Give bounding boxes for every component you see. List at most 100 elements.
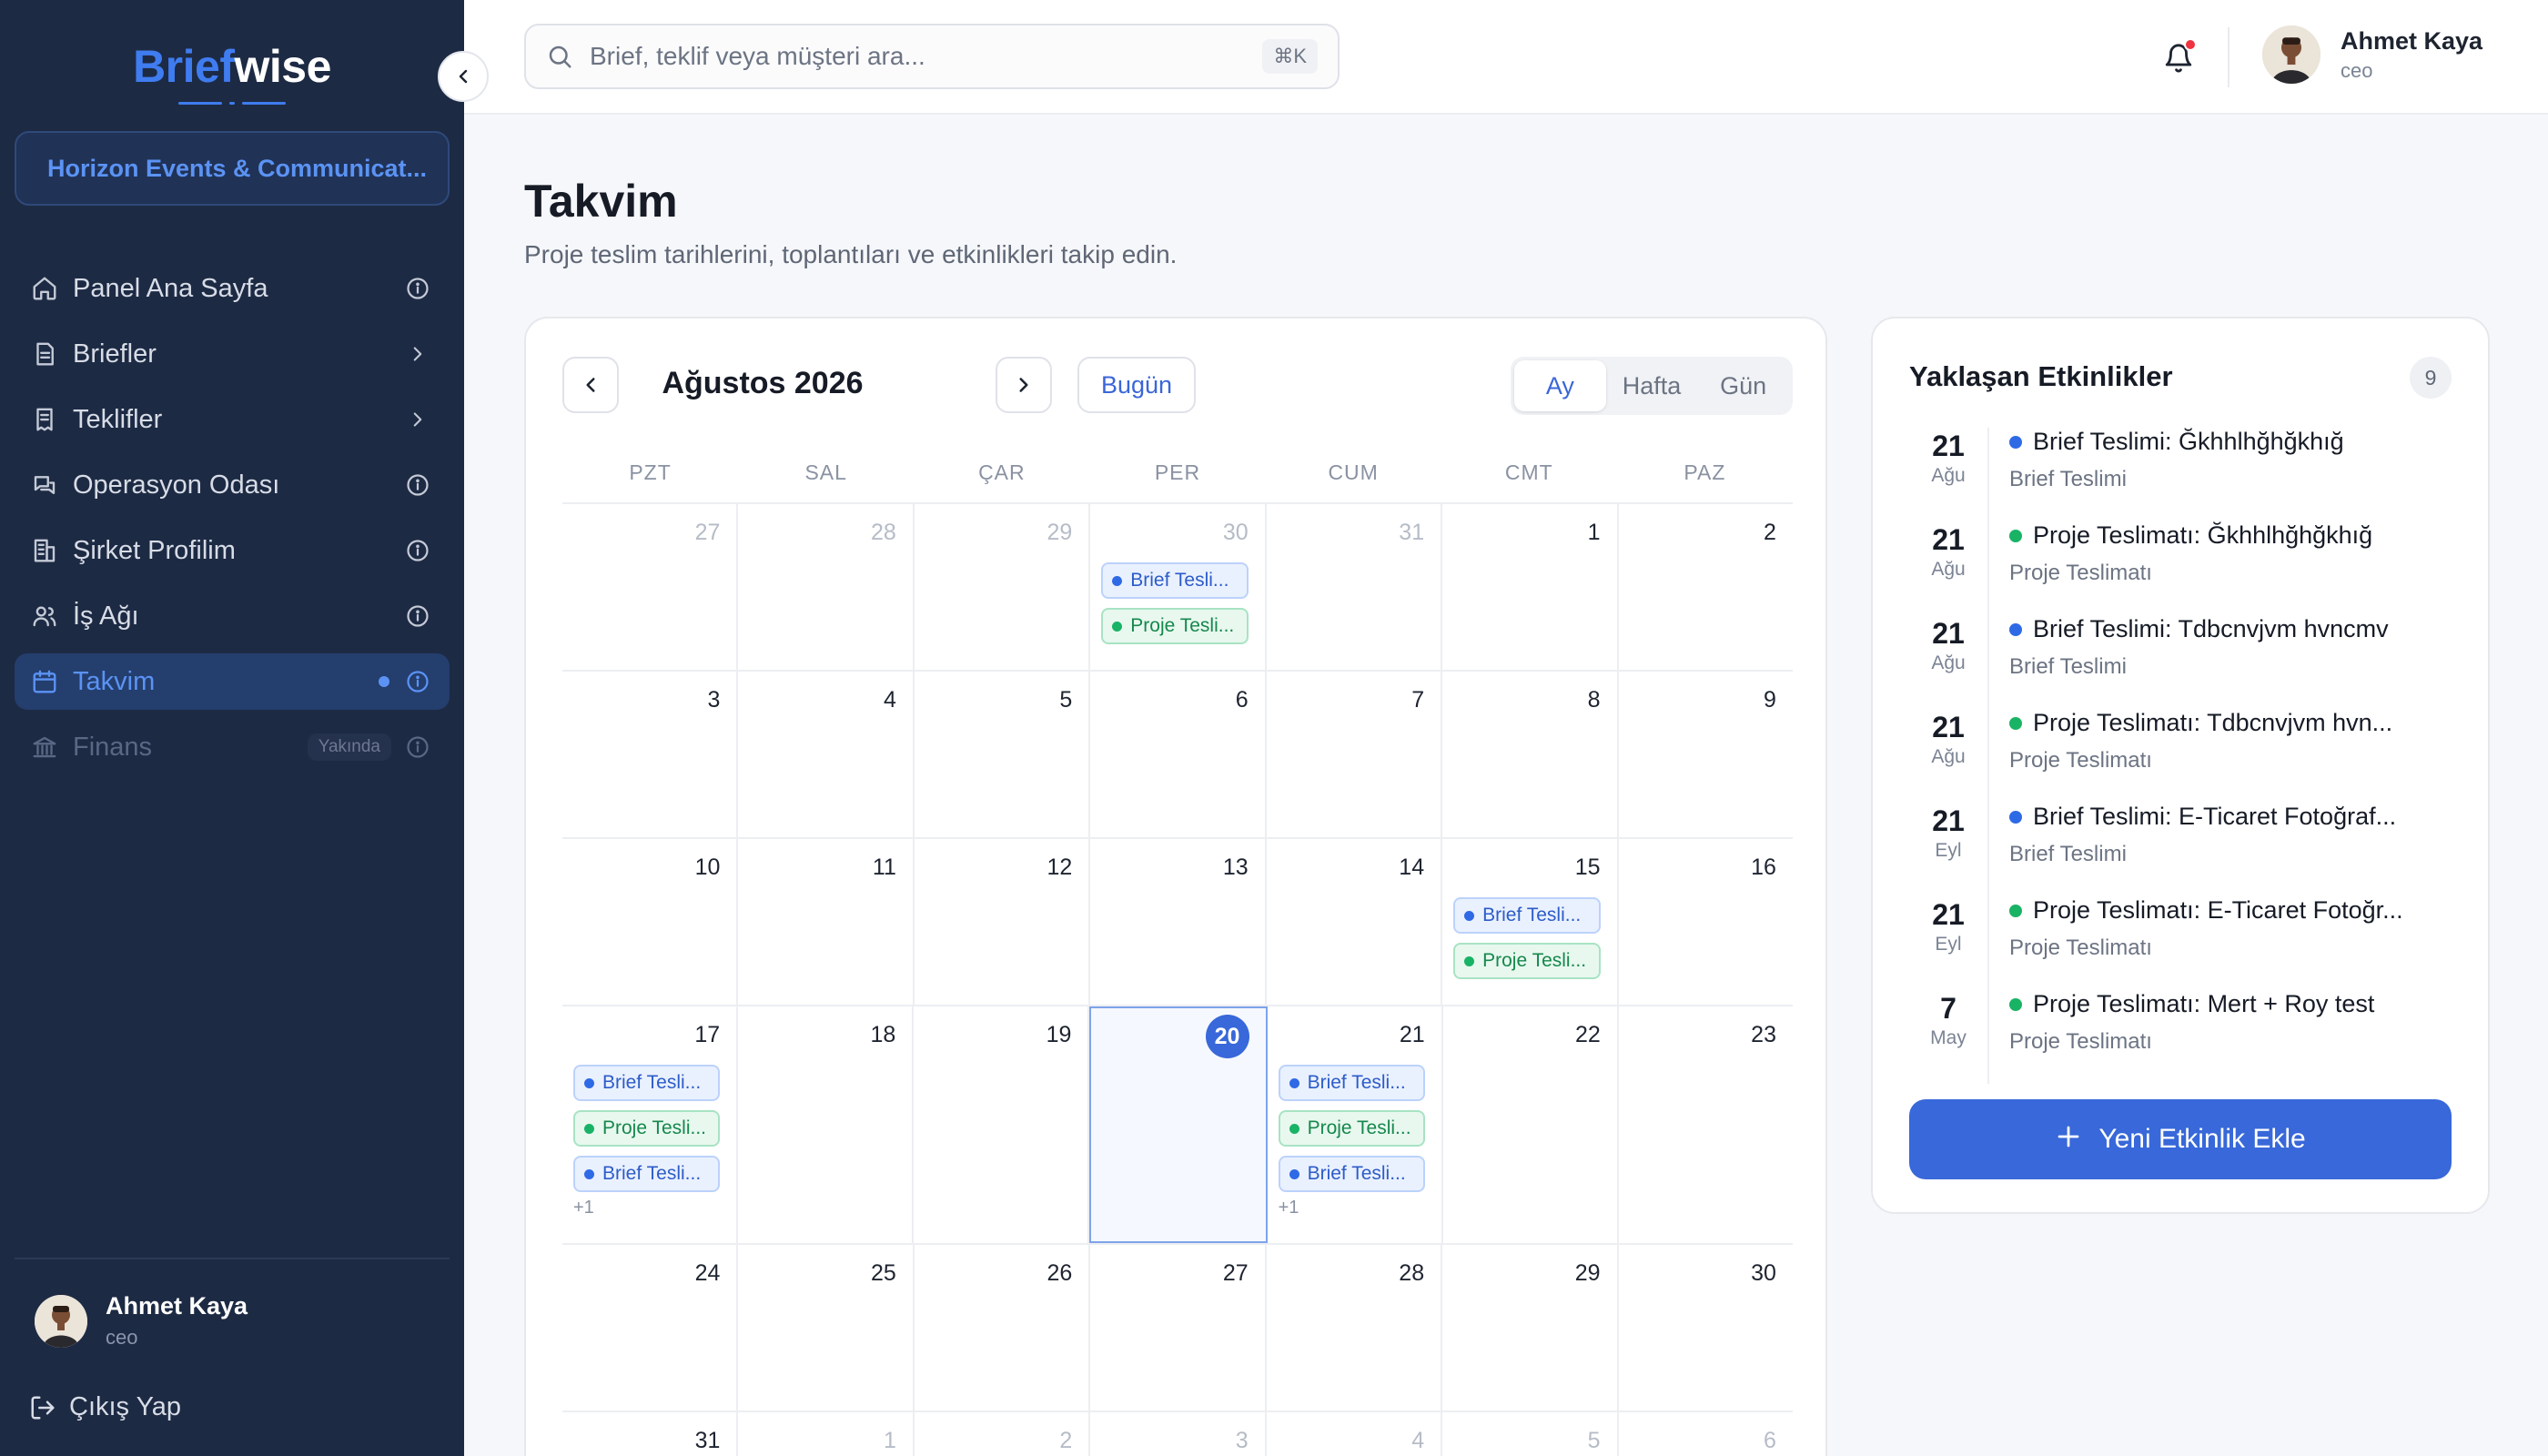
calendar-day[interactable]: 28: [1267, 1245, 1443, 1410]
add-event-button[interactable]: Yeni Etkinlik Ekle: [1909, 1099, 2452, 1179]
calendar-day[interactable]: 1: [738, 1412, 915, 1456]
calendar-day[interactable]: 1: [1442, 504, 1619, 670]
event-chip[interactable]: Brief Tesli...: [1453, 897, 1601, 934]
calendar-day[interactable]: 29: [1442, 1245, 1619, 1410]
calendar-day[interactable]: 26: [915, 1245, 1091, 1410]
info-icon[interactable]: [404, 602, 431, 630]
sidebar-item-chat[interactable]: Operasyon Odası: [15, 457, 450, 513]
event-chip[interactable]: Proje Tesli...: [1453, 943, 1601, 979]
search-bar[interactable]: Brief, teklif veya müşteri ara... ⌘K: [524, 24, 1340, 89]
brand-logo[interactable]: Briefwise: [0, 40, 464, 93]
calendar-day[interactable]: 7: [1267, 672, 1443, 837]
calendar-day[interactable]: 2: [1619, 504, 1793, 670]
event-chip[interactable]: Brief Tesli...: [1278, 1065, 1425, 1101]
calendar-day[interactable]: 6: [1619, 1412, 1793, 1456]
sidebar-item-home[interactable]: Panel Ana Sayfa: [15, 260, 450, 317]
calendar-day[interactable]: 13: [1090, 839, 1267, 1005]
upcoming-event-item[interactable]: 21 Ağu Brief Teslimi: Ğkhhlhğhğkhığ Brief T…: [1909, 428, 2455, 521]
upcoming-event-item[interactable]: 7 May Proje Teslimatı: Mert + Roy test Proj…: [1909, 990, 2455, 1084]
calendar-day[interactable]: 16: [1619, 839, 1793, 1005]
calendar-day[interactable]: 18: [738, 1006, 915, 1243]
calendar-day-today[interactable]: 20: [1089, 1006, 1268, 1243]
calendar-day[interactable]: 30 Brief Tesli... Proje Tesli...: [1090, 504, 1267, 670]
calendar-day[interactable]: 25: [738, 1245, 915, 1410]
calendar-day[interactable]: 11: [738, 839, 915, 1005]
event-title: Proje Teslimatı: E-Ticaret Fotoğr...: [2033, 896, 2403, 924]
calendar-day[interactable]: 5: [915, 672, 1091, 837]
event-type: Proje Teslimatı: [2009, 561, 2152, 585]
calendar-day[interactable]: 9: [1619, 672, 1793, 837]
info-icon[interactable]: [404, 733, 431, 761]
calendar-day[interactable]: 17 Brief Tesli... Proje Tesli... Brief Tesl…: [562, 1006, 739, 1243]
event-chip[interactable]: Brief Tesli...: [573, 1065, 721, 1101]
event-label: Proje Tesli...: [602, 1117, 706, 1138]
calendar-day[interactable]: 2: [915, 1412, 1091, 1456]
more-events-link[interactable]: +1: [573, 1198, 720, 1218]
upcoming-event-item[interactable]: 21 Ağu Proje Teslimatı: Tdbcnvjvm hvn... Pr…: [1909, 709, 2455, 803]
calendar-day[interactable]: 28: [738, 504, 915, 670]
view-option-2[interactable]: Gün: [1697, 360, 1789, 411]
upcoming-event-item[interactable]: 21 Eyl Proje Teslimatı: E-Ticaret Fotoğr..…: [1909, 896, 2455, 990]
info-icon[interactable]: [404, 471, 431, 499]
sidebar-item-building[interactable]: Şirket Profilim: [15, 522, 450, 579]
calendar-day[interactable]: 29: [915, 504, 1091, 670]
sidebar-collapse-button[interactable]: [438, 51, 489, 102]
event-chip[interactable]: Brief Tesli...: [1101, 562, 1249, 599]
user-menu[interactable]: Ahmet Kaya ceo: [2262, 25, 2482, 84]
calendar-day[interactable]: 27: [562, 504, 739, 670]
info-icon[interactable]: [404, 668, 431, 695]
calendar-day[interactable]: 4: [1267, 1412, 1443, 1456]
organization-selector[interactable]: Horizon Events & Communicat...: [15, 131, 450, 206]
upcoming-event-item[interactable]: 21 Ağu Proje Teslimatı: Ğkhhlhğhğkhığ Proje…: [1909, 521, 2455, 615]
upcoming-event-item[interactable]: 21 Eyl Brief Teslimi: E-Ticaret Fotoğraf..…: [1909, 803, 2455, 896]
event-chip[interactable]: Brief Tesli...: [573, 1156, 721, 1192]
sidebar-user[interactable]: Ahmet Kaya ceo: [35, 1292, 248, 1350]
sidebar-item-calendar[interactable]: Takvim: [15, 653, 450, 710]
calendar-day[interactable]: 31: [1267, 504, 1443, 670]
calendar-day[interactable]: 8: [1442, 672, 1619, 837]
day-number: 12: [1046, 854, 1073, 880]
calendar-day[interactable]: 3: [562, 672, 739, 837]
calendar-day[interactable]: 21 Brief Tesli... Proje Tesli... Brief Tesl…: [1268, 1006, 1443, 1243]
calendar-day[interactable]: 30: [1619, 1245, 1793, 1410]
upcoming-event-item[interactable]: 21 Ağu Brief Teslimi: Tdbcnvjvm hvncmv Brie…: [1909, 615, 2455, 709]
info-icon[interactable]: [404, 537, 431, 564]
calendar-day[interactable]: 31: [562, 1412, 739, 1456]
sidebar-item-users[interactable]: İş Ağı: [15, 588, 450, 644]
event-dot: [1464, 910, 1475, 921]
calendar-day[interactable]: 27: [1090, 1245, 1267, 1410]
calendar-day[interactable]: 3: [1090, 1412, 1267, 1456]
calendar-day[interactable]: 4: [738, 672, 915, 837]
calendar-day[interactable]: 22: [1443, 1006, 1619, 1243]
event-date: 21 Eyl: [1909, 896, 1987, 990]
calendar-day[interactable]: 6: [1090, 672, 1267, 837]
next-month-button[interactable]: [996, 357, 1052, 413]
sidebar-item-receipt[interactable]: Teklifler: [15, 391, 450, 448]
calendar-day[interactable]: 15 Brief Tesli... Proje Tesli...: [1442, 839, 1619, 1005]
day-number: 24: [694, 1260, 721, 1286]
calendar-day[interactable]: 10: [562, 839, 739, 1005]
event-chip[interactable]: Proje Tesli...: [1278, 1110, 1425, 1147]
today-button[interactable]: Bugün: [1077, 357, 1196, 413]
event-dot: [1112, 621, 1123, 632]
calendar-day[interactable]: 23: [1619, 1006, 1793, 1243]
sidebar-item-document[interactable]: Briefler: [15, 326, 450, 382]
more-events-link[interactable]: +1: [1279, 1198, 1425, 1218]
calendar-day[interactable]: 5: [1442, 1412, 1619, 1456]
event-chip[interactable]: Proje Tesli...: [1101, 608, 1249, 644]
calendar-day[interactable]: 24: [562, 1245, 739, 1410]
event-chip[interactable]: Brief Tesli...: [1278, 1156, 1425, 1192]
weekday-label: ÇAR: [978, 460, 1026, 484]
logout-label: Çıkış Yap: [69, 1392, 182, 1421]
view-option-1[interactable]: Hafta: [1606, 360, 1698, 411]
view-option-0[interactable]: Ay: [1514, 360, 1606, 411]
notifications-button[interactable]: [2157, 36, 2200, 80]
event-chip[interactable]: Proje Tesli...: [573, 1110, 721, 1147]
search-input[interactable]: Brief, teklif veya müşteri ara...: [590, 42, 1262, 71]
logout-button[interactable]: Çıkış Yap: [29, 1392, 181, 1422]
info-icon[interactable]: [404, 275, 431, 302]
previous-month-button[interactable]: [562, 357, 619, 413]
calendar-day[interactable]: 19: [914, 1006, 1090, 1243]
calendar-day[interactable]: 14: [1267, 839, 1443, 1005]
calendar-day[interactable]: 12: [915, 839, 1091, 1005]
